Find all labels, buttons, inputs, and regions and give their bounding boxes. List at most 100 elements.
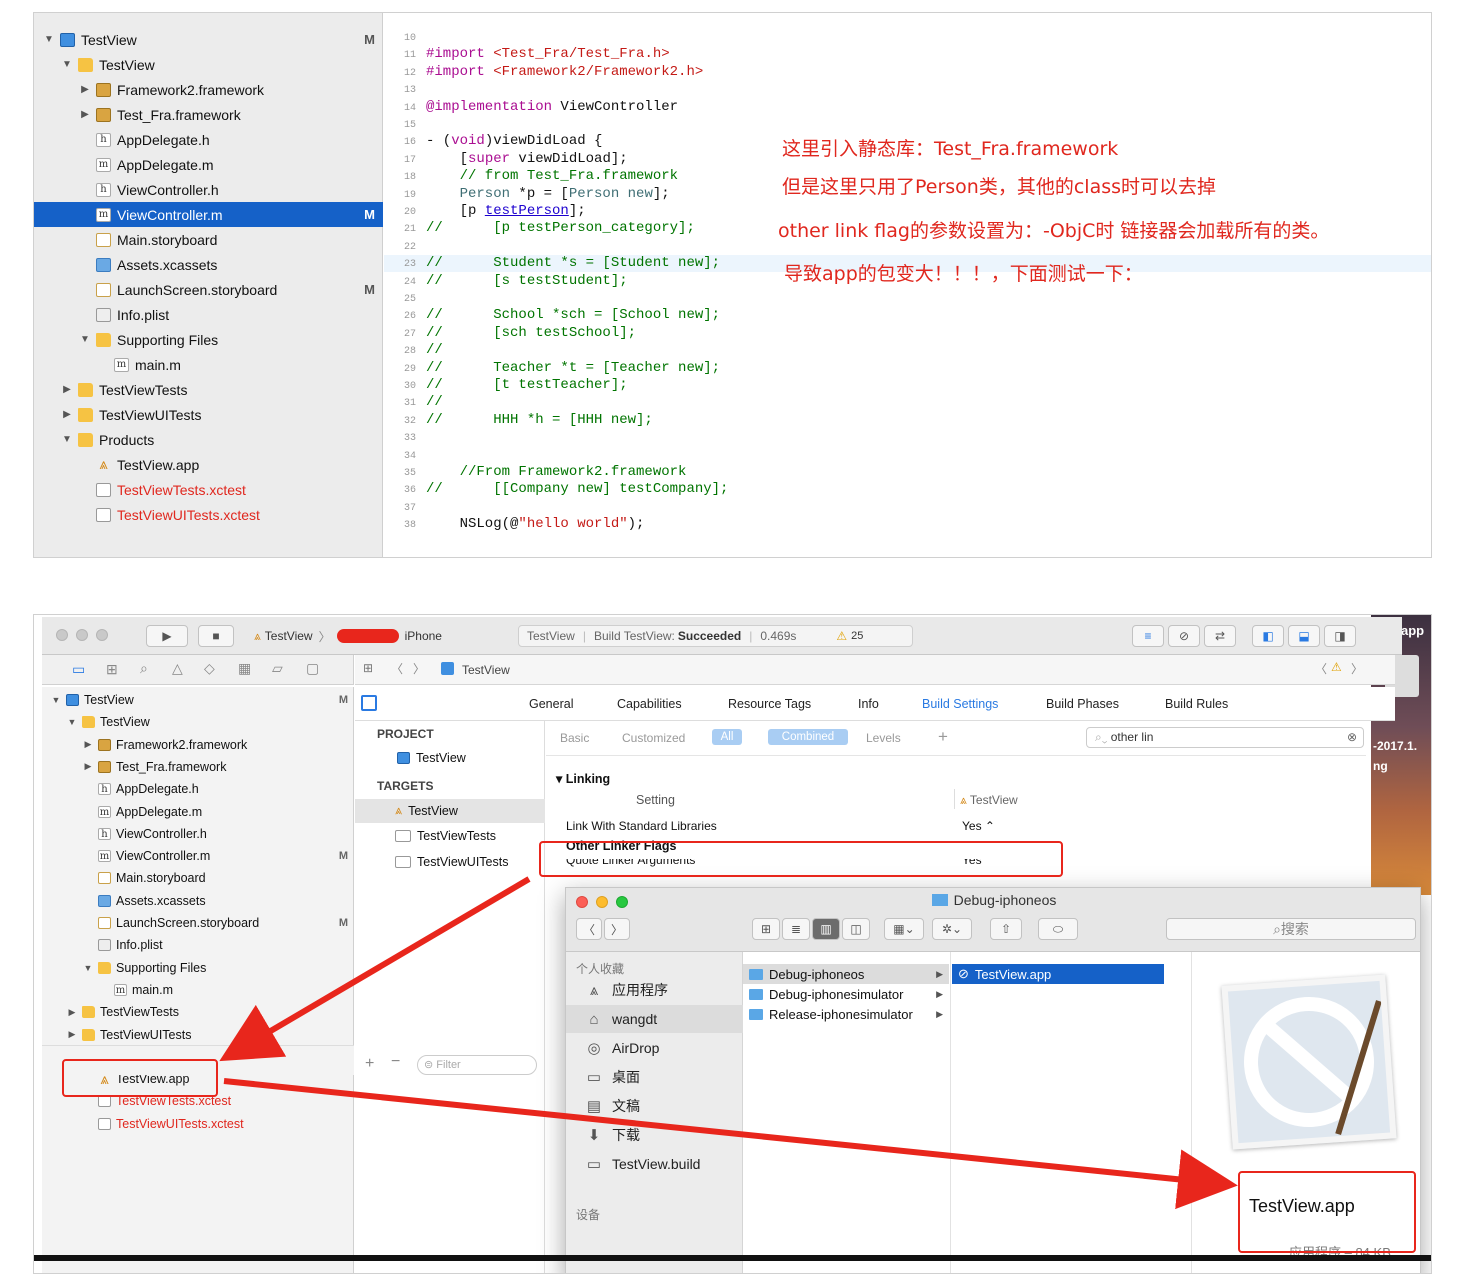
disclosure-triangle-icon[interactable]: ▼ — [60, 434, 74, 445]
line-number: 13 — [403, 85, 416, 97]
navigator-item-label: LaunchScreen.storyboard — [117, 281, 278, 298]
code-line[interactable]: 11 #import <Test_Fra/Test_Fra.h> — [384, 46, 1431, 63]
navigator-item[interactable]: h AppDelegate.h — [34, 127, 383, 152]
line-number: 16 — [403, 137, 416, 149]
line-number: 18 — [403, 172, 416, 184]
code-line[interactable]: 14 @implementation ViewController — [384, 98, 1431, 116]
source-file-icon: m — [96, 157, 111, 172]
code-line[interactable]: 35 //From Framework2.framework — [384, 464, 1431, 481]
disclosure-triangle-icon[interactable]: ▼ — [42, 34, 56, 45]
code-token: - ( — [426, 133, 452, 150]
code-line[interactable]: 25 — [384, 290, 1431, 307]
xcode-editor-screenshot: ▼ TestView M ▼ TestView ▶ Framework2.framework… — [33, 12, 1432, 558]
code-line[interactable]: 37 — [384, 499, 1431, 516]
code-line[interactable]: 31 // — [384, 394, 1431, 411]
folder-icon — [96, 332, 111, 347]
annotation-note-3: other link flag的参数设置为：-ObjC时 链接器会加载所有的类。 — [778, 220, 1330, 242]
navigator-item[interactable]: ▶ TestViewTests — [34, 377, 383, 402]
header-file-icon: h — [96, 132, 111, 147]
code-line[interactable]: 38 NSLog(@"hello world"); — [384, 516, 1431, 533]
navigator-item[interactable]: LaunchScreen.storyboard M — [34, 277, 383, 302]
code-line[interactable]: 30 // [t testTeacher]; — [384, 377, 1431, 394]
xcode-build-settings-screenshot: nac.app -2017.1. ng ▶ ■ ⩓ TestView 〉 iPh… — [33, 614, 1432, 1274]
code-line[interactable]: 36 // [[Company new] testCompany]; — [384, 481, 1431, 498]
navigator-item[interactable]: ▶ Framework2.framework — [34, 77, 383, 102]
code-token: Person — [568, 185, 620, 202]
code-token: *p = [ — [510, 185, 569, 202]
plist-icon — [96, 307, 111, 322]
navigator-item-label: Test_Fra.framework — [117, 106, 241, 123]
navigator-item[interactable]: h ViewController.h — [34, 177, 383, 202]
line-number: 24 — [403, 276, 416, 288]
line-number: 28 — [403, 346, 416, 358]
navigator-item[interactable]: m main.m — [34, 352, 383, 377]
code-token: // — [426, 342, 443, 359]
code-line[interactable]: 28 // — [384, 342, 1431, 359]
navigator-item[interactable]: m ViewController.m M — [34, 202, 383, 227]
disclosure-triangle-icon[interactable]: ▶ — [78, 109, 92, 120]
line-number: 31 — [403, 398, 416, 410]
code-line[interactable]: 34 — [384, 447, 1431, 464]
navigator-item[interactable]: Main.storyboard — [34, 227, 383, 252]
code-token: )viewDidLoad { — [484, 133, 603, 150]
assets-icon — [96, 257, 111, 272]
line-number: 15 — [403, 120, 416, 131]
navigator-item-label: TestViewTests — [99, 381, 188, 398]
code-token: Person — [426, 185, 511, 202]
navigator-item[interactable]: ▼ TestView M — [34, 27, 383, 52]
code-line[interactable]: 27 // [sch testSchool]; — [384, 325, 1431, 342]
line-number: 23 — [403, 259, 416, 271]
code-token: new — [627, 185, 653, 202]
navigator-item-label: ViewController.m — [117, 206, 223, 223]
line-number: 25 — [403, 294, 416, 305]
disclosure-triangle-icon[interactable]: ▶ — [60, 409, 74, 420]
code-token: <Test_Fra/Test_Fra.h> — [493, 46, 670, 63]
code-line[interactable]: 10 — [384, 29, 1431, 46]
code-token: #import — [426, 63, 494, 80]
disclosure-triangle-icon[interactable]: ▶ — [78, 84, 92, 95]
navigator-item-label: TestView — [81, 31, 137, 48]
navigator-item[interactable]: TestViewTests.xctest — [34, 477, 383, 502]
disclosure-triangle-icon[interactable]: ▼ — [78, 334, 92, 345]
storyboard-icon — [96, 282, 111, 297]
source-file-icon: m — [96, 207, 111, 222]
navigator-item[interactable]: ⩓ TestView.app — [34, 452, 383, 477]
code-token: super — [468, 150, 511, 167]
code-line[interactable]: 29 // Teacher *t = [Teacher new]; — [384, 360, 1431, 377]
navigator-item[interactable]: TestViewUITests.xctest — [34, 502, 383, 527]
framework-icon — [96, 82, 111, 97]
code-line[interactable]: 33 — [384, 429, 1431, 446]
line-number: 38 — [403, 520, 416, 532]
project-navigator: ▼ TestView M ▼ TestView ▶ Framework2.framework… — [34, 13, 383, 557]
navigator-item-label: TestViewTests.xctest — [117, 481, 246, 498]
navigator-item[interactable]: ▼ Supporting Files — [34, 327, 383, 352]
disclosure-triangle-icon[interactable]: ▼ — [60, 59, 74, 70]
navigator-item[interactable]: ▼ Products — [34, 427, 383, 452]
code-line[interactable]: 32 // HHH *h = [HHH new]; — [384, 412, 1431, 429]
disclosure-triangle-icon[interactable]: ▶ — [60, 384, 74, 395]
line-number: 37 — [403, 502, 416, 514]
line-number: 30 — [403, 381, 416, 392]
arrow-to-finder-preview — [223, 1078, 1238, 1210]
navigator-item[interactable]: m AppDelegate.m — [34, 152, 383, 177]
line-number: 14 — [403, 102, 416, 114]
navigator-item[interactable]: ▶ Test_Fra.framework — [34, 102, 383, 127]
navigator-item[interactable]: ▼ TestView — [34, 52, 383, 77]
navigator-item-label: Main.storyboard — [117, 231, 218, 248]
navigator-item-label: ViewController.h — [117, 181, 219, 198]
modified-badge: M — [364, 282, 375, 297]
navigator-item-label: AppDelegate.h — [117, 131, 210, 148]
code-token: viewDidLoad]; — [510, 150, 628, 167]
code-line[interactable]: 15 — [384, 116, 1431, 133]
navigator-item[interactable]: Assets.xcassets — [34, 252, 383, 277]
navigator-item[interactable]: ▶ TestViewUITests — [34, 402, 383, 427]
code-line[interactable]: 12 #import <Framework2/Framework2.h> — [384, 63, 1431, 81]
navigator-item[interactable]: Info.plist — [34, 302, 383, 327]
code-token: // [t testTeacher]; — [426, 377, 628, 393]
navigator-item-label: AppDelegate.m — [117, 156, 214, 173]
code-token: ViewController — [560, 98, 679, 115]
code-line[interactable]: 26 // School *sch = [School new]; — [384, 307, 1431, 324]
code-line[interactable]: 13 — [384, 81, 1431, 98]
modified-badge: M — [364, 207, 375, 222]
navigator-item-label: TestViewUITests.xctest — [117, 506, 260, 523]
